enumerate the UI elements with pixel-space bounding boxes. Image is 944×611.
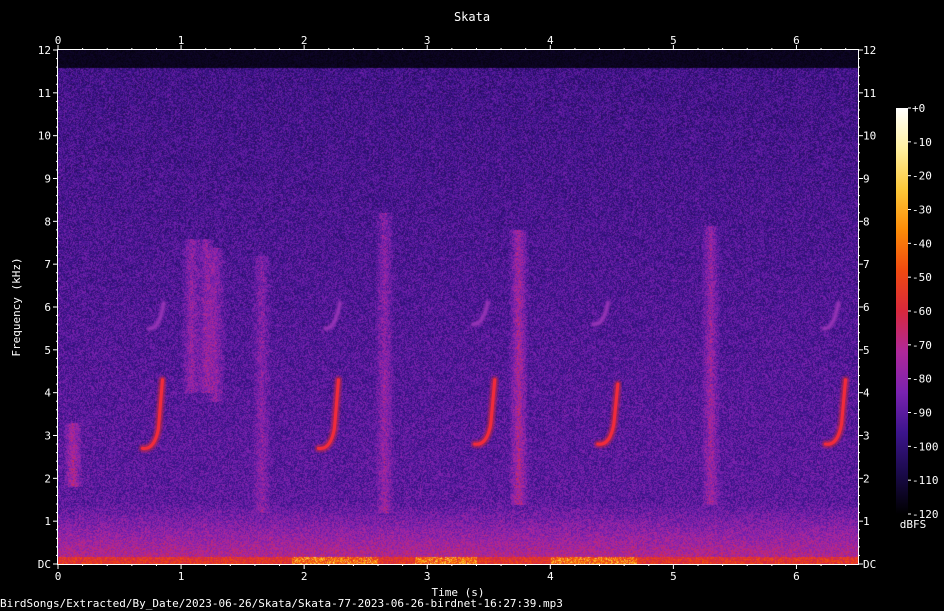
y-tick-label-left: 9 <box>44 173 51 186</box>
y-tick-label-right: 10 <box>863 130 876 143</box>
x-tick-label-top: 5 <box>670 34 677 47</box>
y-tick-label-right: DC <box>863 558 876 571</box>
y-tick-label-left: 7 <box>44 258 51 271</box>
x-tick-label-top: 2 <box>301 34 308 47</box>
y-tick-label-right: 11 <box>863 87 876 100</box>
y-tick-label-right: 6 <box>863 301 870 314</box>
colorbar-tick-label: -50 <box>912 271 932 284</box>
colorbar-tick-label: -10 <box>912 136 932 149</box>
y-tick-label-right: 12 <box>863 44 876 57</box>
colorbar-tick-label: -110 <box>912 474 939 487</box>
colorbar-tick-label: -30 <box>912 204 932 217</box>
chart-title: Skata <box>454 10 490 24</box>
colorbar-tick-label: -40 <box>912 237 932 250</box>
x-tick-label-bottom: 2 <box>301 570 308 583</box>
spectrogram-chart: Skata 00112233445566 DC DC1 12 23 34 45 56 67 78… <box>10 10 939 599</box>
colorbar <box>896 108 908 514</box>
y-tick-label-left: 3 <box>44 430 51 443</box>
y-tick-label-right: 8 <box>863 215 870 228</box>
y-tick-label-left: 1 <box>44 515 51 528</box>
x-tick-label-top: 0 <box>55 34 62 47</box>
y-tick-label-right: 5 <box>863 344 870 357</box>
colorbar-tick-label: -80 <box>912 373 932 386</box>
x-tick-label-top: 4 <box>547 34 554 47</box>
x-tick-label-top: 6 <box>793 34 800 47</box>
x-tick-label-top: 3 <box>424 34 431 47</box>
y-tick-label-left: 8 <box>44 215 51 228</box>
spectrogram-image <box>58 50 858 564</box>
y-tick-label-right: 1 <box>863 515 870 528</box>
y-tick-label-right: 4 <box>863 387 870 400</box>
y-tick-label-left: 6 <box>44 301 51 314</box>
colorbar-tick-label: -100 <box>912 440 939 453</box>
spectrogram-image-area <box>58 50 858 564</box>
colorbar-tick-label: +0 <box>912 102 925 115</box>
y-tick-label-right: 3 <box>863 430 870 443</box>
y-tick-label-right: 7 <box>863 258 870 271</box>
colorbar-tick-label: -20 <box>912 170 932 183</box>
colorbar-ticks: +0-10-20-30-40-50-60-70-80-90-100-110-12… <box>908 102 939 521</box>
y-tick-label-left: 5 <box>44 344 51 357</box>
x-tick-label-bottom: 4 <box>547 570 554 583</box>
y-tick-label-left: DC <box>38 558 51 571</box>
x-tick-label-bottom: 5 <box>670 570 677 583</box>
colorbar-label: dBFS <box>900 518 927 531</box>
y-tick-label-left: 2 <box>44 472 51 485</box>
colorbar-tick-label: -60 <box>912 305 932 318</box>
y-tick-label-left: 10 <box>38 130 51 143</box>
y-tick-label-left: 12 <box>38 44 51 57</box>
colorbar-tick-label: -90 <box>912 407 932 420</box>
x-tick-label-bottom: 0 <box>55 570 62 583</box>
x-tick-label-bottom: 6 <box>793 570 800 583</box>
x-tick-label-bottom: 1 <box>178 570 185 583</box>
file-path-caption: BirdSongs/Extracted/By_Date/2023-06-26/S… <box>0 597 563 610</box>
y-tick-label-right: 2 <box>863 472 870 485</box>
x-tick-label-top: 1 <box>178 34 185 47</box>
x-tick-label-bottom: 3 <box>424 570 431 583</box>
colorbar-tick-label: -70 <box>912 339 932 352</box>
y-axis-label: Frequency (kHz) <box>10 257 23 356</box>
y-tick-label-left: 4 <box>44 387 51 400</box>
y-tick-label-left: 11 <box>38 87 51 100</box>
y-tick-label-right: 9 <box>863 173 870 186</box>
